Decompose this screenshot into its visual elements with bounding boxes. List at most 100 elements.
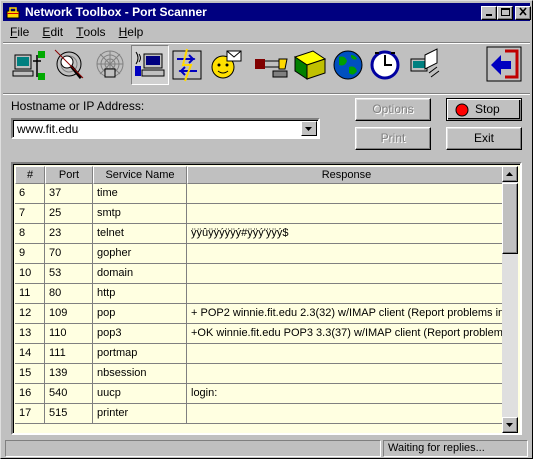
status-bar: Waiting for replies... bbox=[3, 440, 530, 458]
table-row[interactable]: 10 53 domain bbox=[15, 264, 504, 284]
app-icon bbox=[6, 7, 20, 19]
table-row[interactable]: 6 37 time bbox=[15, 184, 504, 204]
cell-number: 7 bbox=[15, 204, 45, 224]
column-header-service[interactable]: Service Name bbox=[93, 166, 187, 184]
host-combobox[interactable]: www.fit.edu bbox=[11, 118, 320, 139]
menu-bar: File Edit Tools Help bbox=[5, 23, 148, 41]
close-button[interactable] bbox=[515, 6, 531, 20]
whois-icon bbox=[293, 50, 327, 80]
table-row[interactable]: 12 109 pop + POP2 winnie.fit.edu 2.3(32) w/… bbox=[15, 304, 504, 324]
cell-service: domain bbox=[93, 264, 187, 284]
table-row[interactable]: 13 110 pop3 +OK winnie.fit.edu POP3 3.3(37)… bbox=[15, 324, 504, 344]
throughput-icon bbox=[172, 48, 202, 82]
table-row[interactable]: 15 139 nbsession bbox=[15, 364, 504, 384]
minimize-button[interactable] bbox=[481, 6, 497, 20]
tool-trace-route[interactable] bbox=[91, 45, 129, 85]
table-row[interactable]: 17 515 printer bbox=[15, 404, 504, 424]
finger-icon bbox=[211, 50, 242, 79]
stop-button[interactable]: Stop bbox=[446, 98, 522, 121]
scroll-up-button[interactable] bbox=[502, 166, 518, 182]
exit-app-icon bbox=[486, 46, 522, 82]
column-header-port[interactable]: Port bbox=[45, 166, 93, 184]
menu-file-accel: F bbox=[10, 25, 18, 39]
host-dropdown-button[interactable] bbox=[301, 121, 317, 136]
tool-exit-app[interactable] bbox=[485, 45, 525, 85]
cell-service: uucp bbox=[93, 384, 187, 404]
cell-port: 110 bbox=[45, 324, 93, 344]
close-icon bbox=[519, 7, 527, 16]
scroll-thumb[interactable] bbox=[502, 183, 518, 254]
options-button[interactable]: Options bbox=[355, 98, 431, 121]
cell-service: time bbox=[93, 184, 187, 204]
menu-tools-rest: ools bbox=[83, 25, 106, 39]
tool-throughput[interactable] bbox=[169, 45, 207, 85]
host-label: Hostname or IP Address: bbox=[11, 99, 145, 113]
cell-service: http bbox=[93, 284, 187, 304]
network-settings-icon bbox=[410, 48, 440, 78]
tool-web-globe[interactable] bbox=[329, 45, 367, 85]
menu-help[interactable]: Help bbox=[114, 23, 149, 41]
tool-whois[interactable] bbox=[291, 45, 329, 85]
menu-separator bbox=[3, 42, 530, 44]
cell-port: 53 bbox=[45, 264, 93, 284]
cell-number: 12 bbox=[15, 304, 45, 324]
cell-service: gopher bbox=[93, 244, 187, 264]
maximize-button[interactable] bbox=[497, 6, 513, 20]
tool-time-sync[interactable] bbox=[367, 45, 405, 85]
column-header-number[interactable]: # bbox=[15, 166, 45, 184]
telnet-icon bbox=[255, 58, 288, 78]
status-panel-left bbox=[5, 440, 381, 457]
table-row[interactable]: 14 111 portmap bbox=[15, 344, 504, 364]
exit-button[interactable]: Exit bbox=[446, 127, 522, 150]
network-info-icon bbox=[12, 51, 45, 80]
arrow-up-icon bbox=[506, 172, 513, 176]
tool-telnet[interactable] bbox=[253, 45, 291, 85]
results-table[interactable]: # Port Service Name Response 6 37 time 7 25 s… bbox=[11, 162, 522, 435]
column-header-response[interactable]: Response bbox=[187, 166, 506, 184]
vertical-scrollbar[interactable] bbox=[502, 166, 518, 433]
table-row[interactable]: 7 25 smtp bbox=[15, 204, 504, 224]
cell-response bbox=[187, 184, 504, 204]
table-row[interactable]: 11 80 http bbox=[15, 284, 504, 304]
scroll-down-button[interactable] bbox=[502, 417, 518, 433]
menu-edit[interactable]: Edit bbox=[37, 23, 68, 41]
cell-response: +OK winnie.fit.edu POP3 3.3(37) w/IMAP c… bbox=[187, 324, 504, 344]
stop-indicator-icon bbox=[455, 103, 469, 117]
tool-port-scanner[interactable] bbox=[131, 45, 169, 85]
trace-route-icon bbox=[96, 50, 124, 78]
menu-tools[interactable]: Tools bbox=[71, 23, 110, 41]
cell-response bbox=[187, 404, 504, 424]
status-panel-right: Waiting for replies... bbox=[383, 440, 528, 457]
cell-service: pop3 bbox=[93, 324, 187, 344]
print-button[interactable]: Print bbox=[355, 127, 431, 150]
menu-file[interactable]: File bbox=[5, 23, 34, 41]
cell-service: telnet bbox=[93, 224, 187, 244]
table-row[interactable]: 9 70 gopher bbox=[15, 244, 504, 264]
cell-number: 10 bbox=[15, 264, 45, 284]
cell-service: smtp bbox=[93, 204, 187, 224]
cell-port: 25 bbox=[45, 204, 93, 224]
menu-edit-rest: dit bbox=[50, 25, 64, 39]
cell-response bbox=[187, 264, 504, 284]
table-row[interactable]: 8 23 telnet ÿÿûÿÿýÿÿý#ÿÿý'ÿÿý$ bbox=[15, 224, 504, 244]
tool-network-info[interactable] bbox=[11, 45, 49, 85]
tool-network-settings[interactable] bbox=[405, 45, 443, 85]
maximize-icon bbox=[501, 8, 510, 16]
chevron-down-icon bbox=[305, 127, 312, 131]
cell-number: 9 bbox=[15, 244, 45, 264]
table-row[interactable]: 16 540 uucp login: bbox=[15, 384, 504, 404]
cell-port: 70 bbox=[45, 244, 93, 264]
tool-ping[interactable] bbox=[51, 45, 89, 85]
cell-number: 6 bbox=[15, 184, 45, 204]
menu-help-rest: elp bbox=[127, 25, 144, 39]
menu-tools-accel: T bbox=[76, 25, 84, 39]
cell-port: 23 bbox=[45, 224, 93, 244]
ping-icon bbox=[54, 49, 84, 79]
tool-finger[interactable] bbox=[207, 45, 245, 85]
cell-port: 80 bbox=[45, 284, 93, 304]
cell-response bbox=[187, 364, 504, 384]
menu-file-rest: ile bbox=[17, 25, 30, 39]
cell-port: 515 bbox=[45, 404, 93, 424]
host-input[interactable]: www.fit.edu bbox=[17, 122, 78, 136]
title-bar[interactable]: Network Toolbox - Port Scanner bbox=[3, 3, 531, 21]
